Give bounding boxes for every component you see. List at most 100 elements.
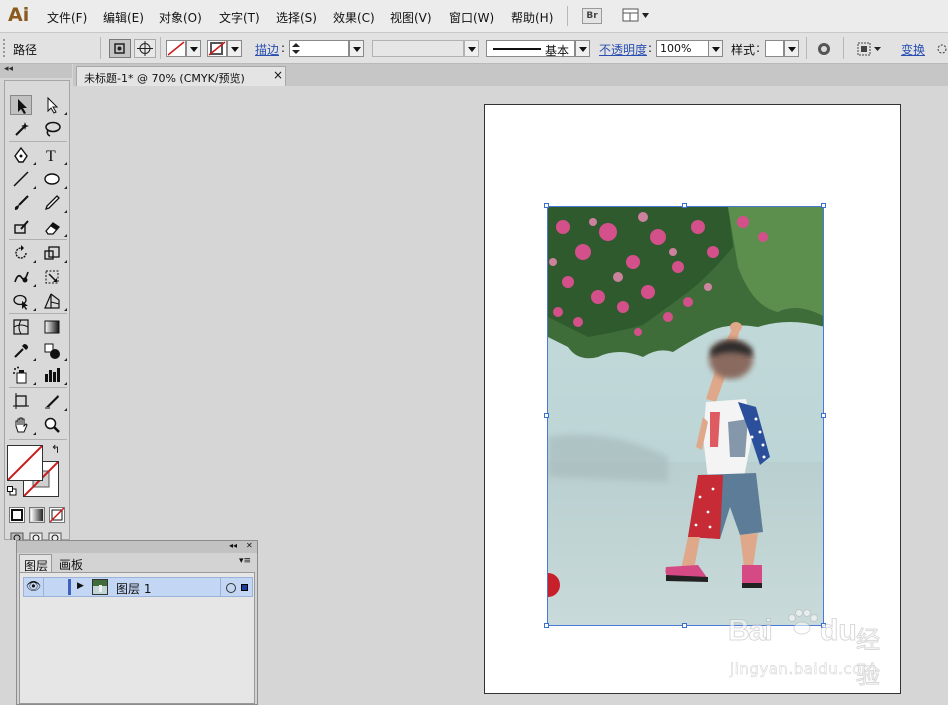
layer-selection-indicator[interactable] [241,584,248,591]
layer-target-icon[interactable] [226,583,236,593]
opacity-label[interactable]: 不透明度 [599,41,647,58]
pencil-tool[interactable] [41,193,67,213]
line-segment-tool[interactable] [10,169,36,189]
anchor-points-button[interactable] [134,39,156,58]
selection-handle[interactable] [821,203,826,208]
transform-link[interactable]: 变换 [901,41,925,58]
stroke-weight-input[interactable] [289,40,349,57]
control-bar-grip[interactable] [3,39,9,57]
type-tool[interactable]: T [41,145,67,165]
eraser-tool[interactable] [41,217,67,237]
panel-menu-icon[interactable]: ▾≡ [239,556,251,566]
brush-definition[interactable]: 基本 [486,40,575,58]
shape-builder-tool[interactable] [10,291,36,311]
paintbrush-tool[interactable] [10,193,32,213]
zoom-tool[interactable] [41,415,63,435]
expand-triangle-icon[interactable]: ▶ [77,581,84,591]
fill-dropdown[interactable] [186,40,201,57]
color-mode-button[interactable] [9,507,25,523]
stroke-weight-dropdown[interactable] [349,40,364,57]
panel-close-icon[interactable]: ✕ [246,541,253,550]
slice-tool[interactable] [41,391,67,411]
recolor-button[interactable] [816,41,832,57]
menu-file[interactable]: 文件(F) [47,9,87,26]
direct-selection-tool[interactable] [41,95,67,115]
panel-collapse-icon[interactable]: ◂◂ [229,541,237,550]
gradient-mode-button[interactable] [29,507,45,523]
menu-object[interactable]: 对象(O) [159,9,202,26]
free-transform-tool[interactable] [41,267,63,287]
gradient-tool[interactable] [41,317,63,337]
fill-swatch[interactable] [166,40,186,57]
toolbox-header[interactable]: ◂◂ [0,64,72,82]
scale-tool[interactable] [41,243,67,263]
menu-select[interactable]: 选择(S) [276,9,317,26]
document-tab-close-icon[interactable]: × [273,68,283,82]
selection-handle[interactable] [682,203,687,208]
stroke-swatch[interactable] [207,40,227,57]
opacity-dropdown[interactable] [708,40,723,57]
menu-view[interactable]: 视图(V) [390,9,432,26]
control-options-button[interactable] [936,41,948,57]
toolbox-collapse-icon[interactable]: ◂◂ [4,64,13,74]
layer-row[interactable]: 👁 ▶ 图层 1 [23,577,253,597]
free-transform-icon [45,270,59,284]
isolate-group-button[interactable] [109,39,131,58]
anchor-icon [137,41,153,56]
swap-fill-stroke-icon[interactable]: ↰ [51,443,60,456]
symbol-sprayer-tool[interactable] [10,365,36,385]
blob-brush-tool[interactable] [10,217,32,237]
layer-visibility-eye-icon[interactable]: 👁 [26,579,41,593]
ellipse-tool[interactable] [41,169,67,189]
column-graph-icon [45,368,60,382]
mesh-tool[interactable] [10,317,32,337]
brush-stroke-preview [493,48,541,50]
opacity-input[interactable]: 100% [656,40,709,57]
layer-name[interactable]: 图层 1 [116,580,151,597]
stroke-label[interactable]: 描边 [255,41,279,58]
perspective-grid-tool[interactable] [41,291,67,311]
eyedropper-tool[interactable] [10,341,36,361]
pen-tool[interactable] [10,145,36,165]
variable-width-profile[interactable] [372,40,464,57]
menu-type[interactable]: 文字(T) [219,9,260,26]
tab-artboards[interactable]: 画板 [54,554,90,572]
menu-window[interactable]: 窗口(W) [449,9,494,26]
blend-tool[interactable] [41,341,67,361]
column-graph-tool[interactable] [41,365,67,385]
style-colon: : [756,41,761,55]
brush-dropdown[interactable] [575,40,590,57]
selection-tool[interactable] [10,95,32,115]
warp-tool[interactable] [10,267,36,287]
selection-handle[interactable] [544,203,549,208]
align-button[interactable] [856,41,882,57]
selection-handle[interactable] [821,413,826,418]
none-mode-button[interactable] [49,507,65,523]
arrange-documents-button[interactable] [622,8,650,23]
variable-width-dropdown[interactable] [464,40,479,57]
artboard-tool[interactable] [10,391,32,411]
magic-wand-tool[interactable] [10,119,32,139]
selection-handle[interactable] [682,623,687,628]
tool-separator [9,239,67,240]
graphic-style-dropdown[interactable] [784,40,799,57]
rotate-tool[interactable] [10,243,36,263]
placed-photo[interactable] [547,206,824,626]
bridge-button[interactable]: Br [582,8,602,24]
hand-tool[interactable] [10,415,36,435]
tab-layers[interactable]: 图层 [19,554,52,573]
selection-handle[interactable] [544,413,549,418]
selection-handle[interactable] [544,623,549,628]
stroke-dropdown[interactable] [227,40,242,57]
default-fill-stroke-button[interactable] [7,485,17,496]
draw-modes[interactable] [9,530,65,540]
lasso-tool[interactable] [41,119,63,139]
photo-image [548,207,823,625]
menu-edit[interactable]: 编辑(E) [103,9,144,26]
menu-help[interactable]: 帮助(H) [511,9,553,26]
fill-color-box[interactable] [7,445,43,481]
menu-effect[interactable]: 效果(C) [333,9,375,26]
document-tab[interactable]: 未标题-1* @ 70% (CMYK/预览) × [76,66,286,86]
graphic-style-swatch[interactable] [765,40,784,57]
layers-panel-titlebar[interactable]: ◂◂ ✕ [17,541,257,553]
